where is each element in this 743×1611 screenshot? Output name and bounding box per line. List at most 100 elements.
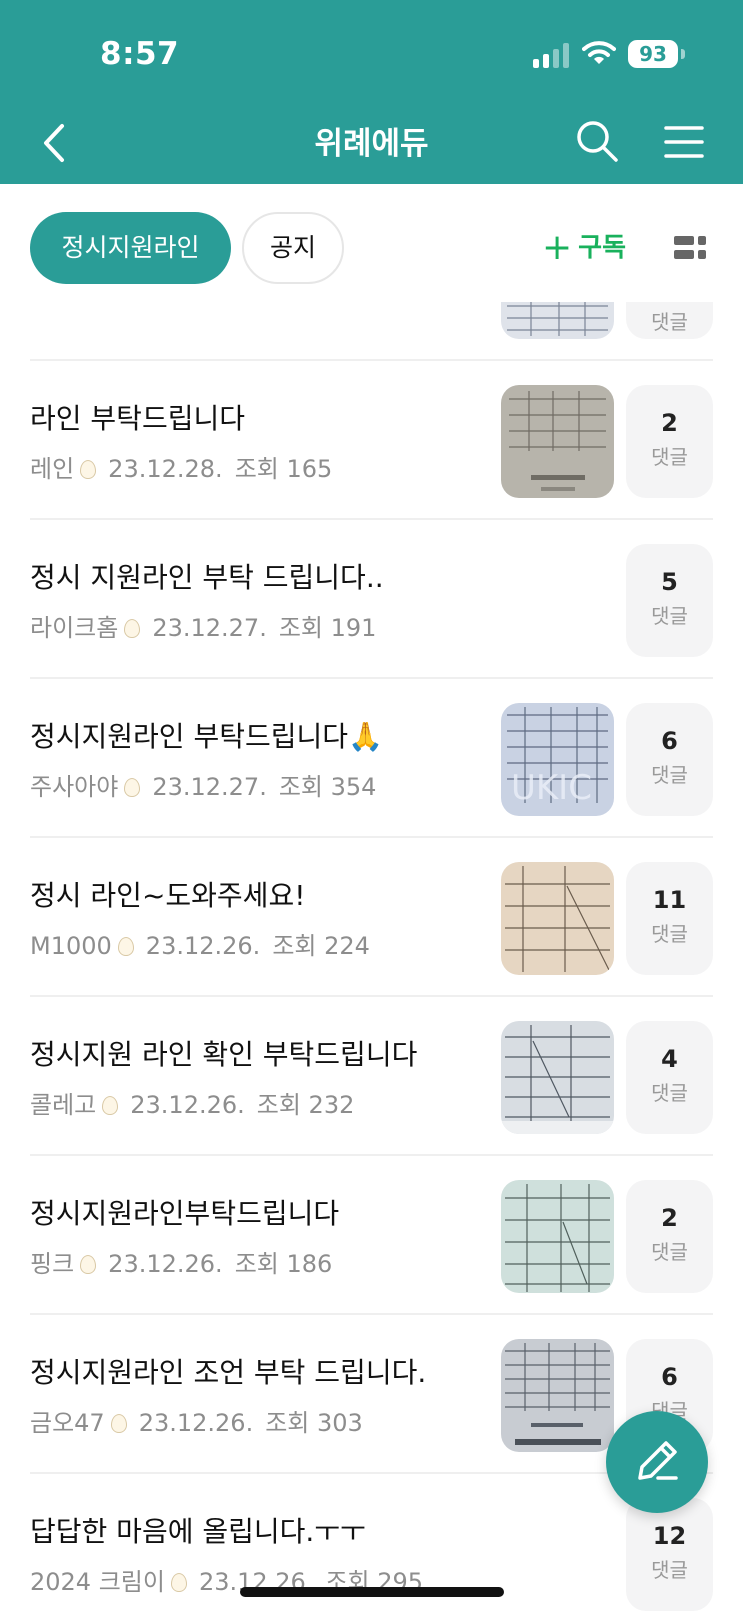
search-icon[interactable] <box>574 118 620 164</box>
comment-count-box: 2 댓글 <box>626 1180 713 1293</box>
comment-label: 댓글 <box>651 763 688 787</box>
comment-count-box: 6 댓글 <box>626 703 713 816</box>
comment-label: 댓글 <box>651 1558 688 1582</box>
status-time: 8:57 <box>100 36 180 72</box>
home-indicator <box>240 1587 504 1597</box>
post-title: 정시지원라인부탁드립니다 <box>30 1197 340 1230</box>
app-header: 8:57 93 위례에듀 <box>0 0 743 184</box>
post-meta: 라이크홈 23.12.27. 조회 191 <box>30 608 376 643</box>
post-views: 조회 354 <box>278 773 377 801</box>
comment-label: 댓글 <box>651 310 688 334</box>
post-title: 정시 지원라인 부탁 드립니다.. <box>30 561 384 594</box>
post-author: 레인 <box>30 455 75 483</box>
battery-tip <box>681 49 685 59</box>
list-item[interactable]: 정시지원라인부탁드립니다 핑크 23.12.26. 조회 186 2 댓글 <box>30 1156 713 1315</box>
comment-label: 댓글 <box>651 445 688 469</box>
write-post-button[interactable] <box>606 1411 708 1513</box>
svg-text:UKIC: UKIC <box>511 768 592 808</box>
post-meta: 콜레고 23.12.26. 조회 232 <box>30 1085 354 1120</box>
menu-icon[interactable] <box>664 124 704 160</box>
comment-count: 6 <box>661 1363 678 1391</box>
list-item[interactable]: 라인 부탁드립니다 레인 23.12.28. 조회 165 2 댓글 <box>30 361 713 520</box>
comment-count-box: 12 댓글 <box>626 1498 713 1611</box>
post-date: 23.12.27. <box>152 773 267 801</box>
post-thumbnail: UKIC <box>501 703 614 816</box>
post-author: 주사아야 <box>30 773 119 801</box>
list-item[interactable]: 정시지원라인 부탁드립니다🙏 주사아야 23.12.27. 조회 354 UKIC … <box>30 679 713 838</box>
post-meta: M1000 23.12.26. 조회 224 <box>30 926 370 961</box>
comment-count-box: 11 댓글 <box>626 862 713 975</box>
member-level-icon <box>110 1414 127 1433</box>
post-author: 금오47 <box>30 1409 105 1437</box>
cellular-signal-icon <box>533 42 569 68</box>
post-date: 23.12.26. <box>130 1091 245 1119</box>
plus-icon: + <box>542 227 573 268</box>
comment-count-box: 댓글 <box>626 302 713 339</box>
post-thumbnail <box>501 385 614 498</box>
comment-count: 12 <box>652 1522 687 1550</box>
post-meta: 금오47 23.12.26. 조회 303 <box>30 1403 363 1438</box>
member-level-icon <box>102 1096 119 1115</box>
post-title: 답답한 마음에 올립니다.ㅜㅜ <box>30 1515 366 1548</box>
subscribe-button[interactable]: + 구독 <box>542 224 626 272</box>
subscribe-label: 구독 <box>578 233 627 263</box>
member-level-icon <box>80 460 97 479</box>
post-date: 23.12.27. <box>152 614 267 642</box>
post-views: 조회 186 <box>234 1250 333 1278</box>
tab-jeongsi-line[interactable]: 정시지원라인 <box>30 212 231 284</box>
post-date: 23.12.26. <box>108 1250 223 1278</box>
comment-count: 5 <box>661 568 678 596</box>
post-author: 2024 크림이 <box>30 1568 165 1596</box>
post-thumbnail <box>501 302 614 339</box>
post-meta: 주사아야 23.12.27. 조회 354 <box>30 767 376 802</box>
post-views: 조회 303 <box>265 1409 363 1437</box>
post-thumbnail <box>501 1021 614 1134</box>
member-level-icon <box>117 937 134 956</box>
post-thumbnail <box>501 862 614 975</box>
post-author: 라이크홈 <box>30 614 119 642</box>
post-author: 핑크 <box>30 1250 75 1278</box>
comment-count-box: 5 댓글 <box>626 544 713 657</box>
list-item[interactable]: 정시지원 라인 확인 부탁드립니다 콜레고 23.12.26. 조회 232 4 댓… <box>30 997 713 1156</box>
post-date: 23.12.26. <box>145 932 261 960</box>
comment-count: 4 <box>661 1045 678 1073</box>
post-date: 23.12.26. <box>138 1409 254 1437</box>
post-title: 정시지원라인 조언 부탁 드립니다. <box>30 1356 427 1389</box>
member-level-icon <box>124 778 141 797</box>
comment-label: 댓글 <box>651 1240 688 1264</box>
comment-count: 11 <box>652 886 687 914</box>
list-item[interactable]: 정시 라인~도와주세요! M1000 23.12.26. 조회 224 11 댓글 <box>30 838 713 997</box>
post-title: 정시지원 라인 확인 부탁드립니다 <box>30 1038 418 1071</box>
comment-count: 6 <box>661 727 678 755</box>
comment-count-box: 2 댓글 <box>626 385 713 498</box>
member-level-icon <box>124 619 141 638</box>
battery-indicator: 93 <box>628 40 678 68</box>
post-meta: 핑크 23.12.26. 조회 186 <box>30 1244 332 1279</box>
post-thumbnail <box>501 1339 614 1452</box>
page-title: 위례에듀 <box>314 126 429 162</box>
post-views: 조회 224 <box>272 932 370 960</box>
comment-count: 2 <box>661 409 678 437</box>
post-meta: 레인 23.12.28. 조회 165 <box>30 449 332 484</box>
post-views: 조회 191 <box>278 614 377 642</box>
member-level-icon <box>80 1255 97 1274</box>
list-item[interactable]: 정시 지원라인 부탁 드립니다.. 라이크홈 23.12.27. 조회 191 5 … <box>30 520 713 679</box>
comment-label: 댓글 <box>651 922 688 946</box>
post-thumbnail <box>501 1180 614 1293</box>
post-author: 콜레고 <box>30 1091 97 1119</box>
post-views: 조회 232 <box>256 1091 355 1119</box>
post-title: 정시 라인~도와주세요! <box>30 879 306 912</box>
post-author: M1000 <box>30 932 112 960</box>
grid-view-icon[interactable] <box>674 236 706 260</box>
post-title: 라인 부탁드립니다 <box>30 402 245 435</box>
wifi-icon <box>582 41 616 64</box>
comment-count: 2 <box>661 1204 678 1232</box>
comment-label: 댓글 <box>651 1081 688 1105</box>
post-title: 정시지원라인 부탁드립니다🙏 <box>30 720 383 753</box>
comment-label: 댓글 <box>651 604 688 628</box>
pencil-icon <box>638 1441 678 1480</box>
tab-notice[interactable]: 공지 <box>242 212 344 284</box>
member-level-icon <box>170 1573 187 1592</box>
category-bar: 정시지원라인 공지 + 구독 <box>0 184 743 302</box>
post-views: 조회 165 <box>234 455 333 483</box>
